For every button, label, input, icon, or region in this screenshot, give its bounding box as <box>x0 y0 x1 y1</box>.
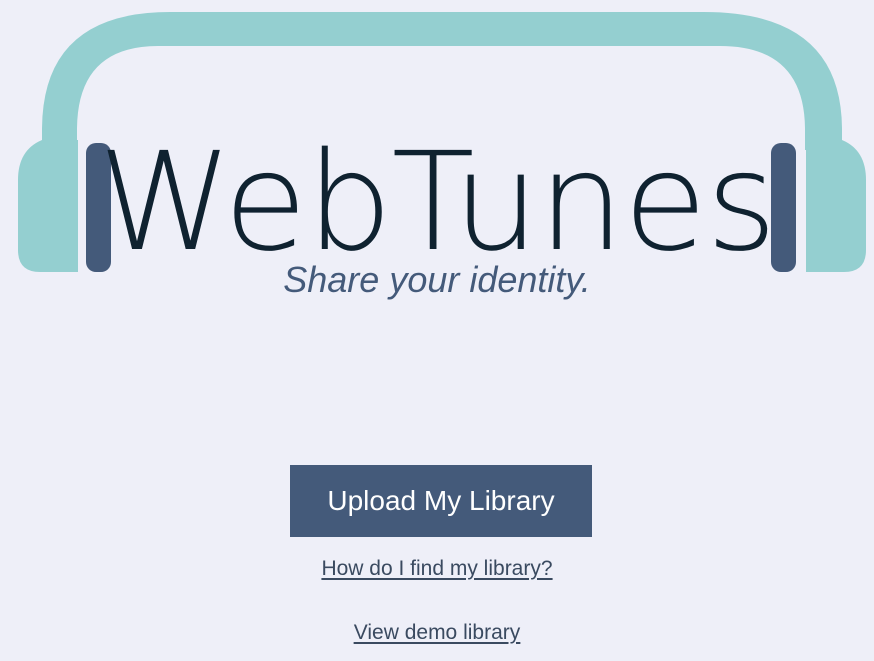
tagline: Share your identity. <box>283 259 591 300</box>
app-title: WebTunes <box>98 124 777 282</box>
demo-link-container: View demo library <box>0 621 874 645</box>
find-library-help-link[interactable]: How do I find my library? <box>321 557 552 580</box>
view-demo-library-link[interactable]: View demo library <box>354 621 521 644</box>
help-link-container: How do I find my library? <box>0 557 874 581</box>
upload-library-button[interactable]: Upload My Library <box>290 465 592 537</box>
